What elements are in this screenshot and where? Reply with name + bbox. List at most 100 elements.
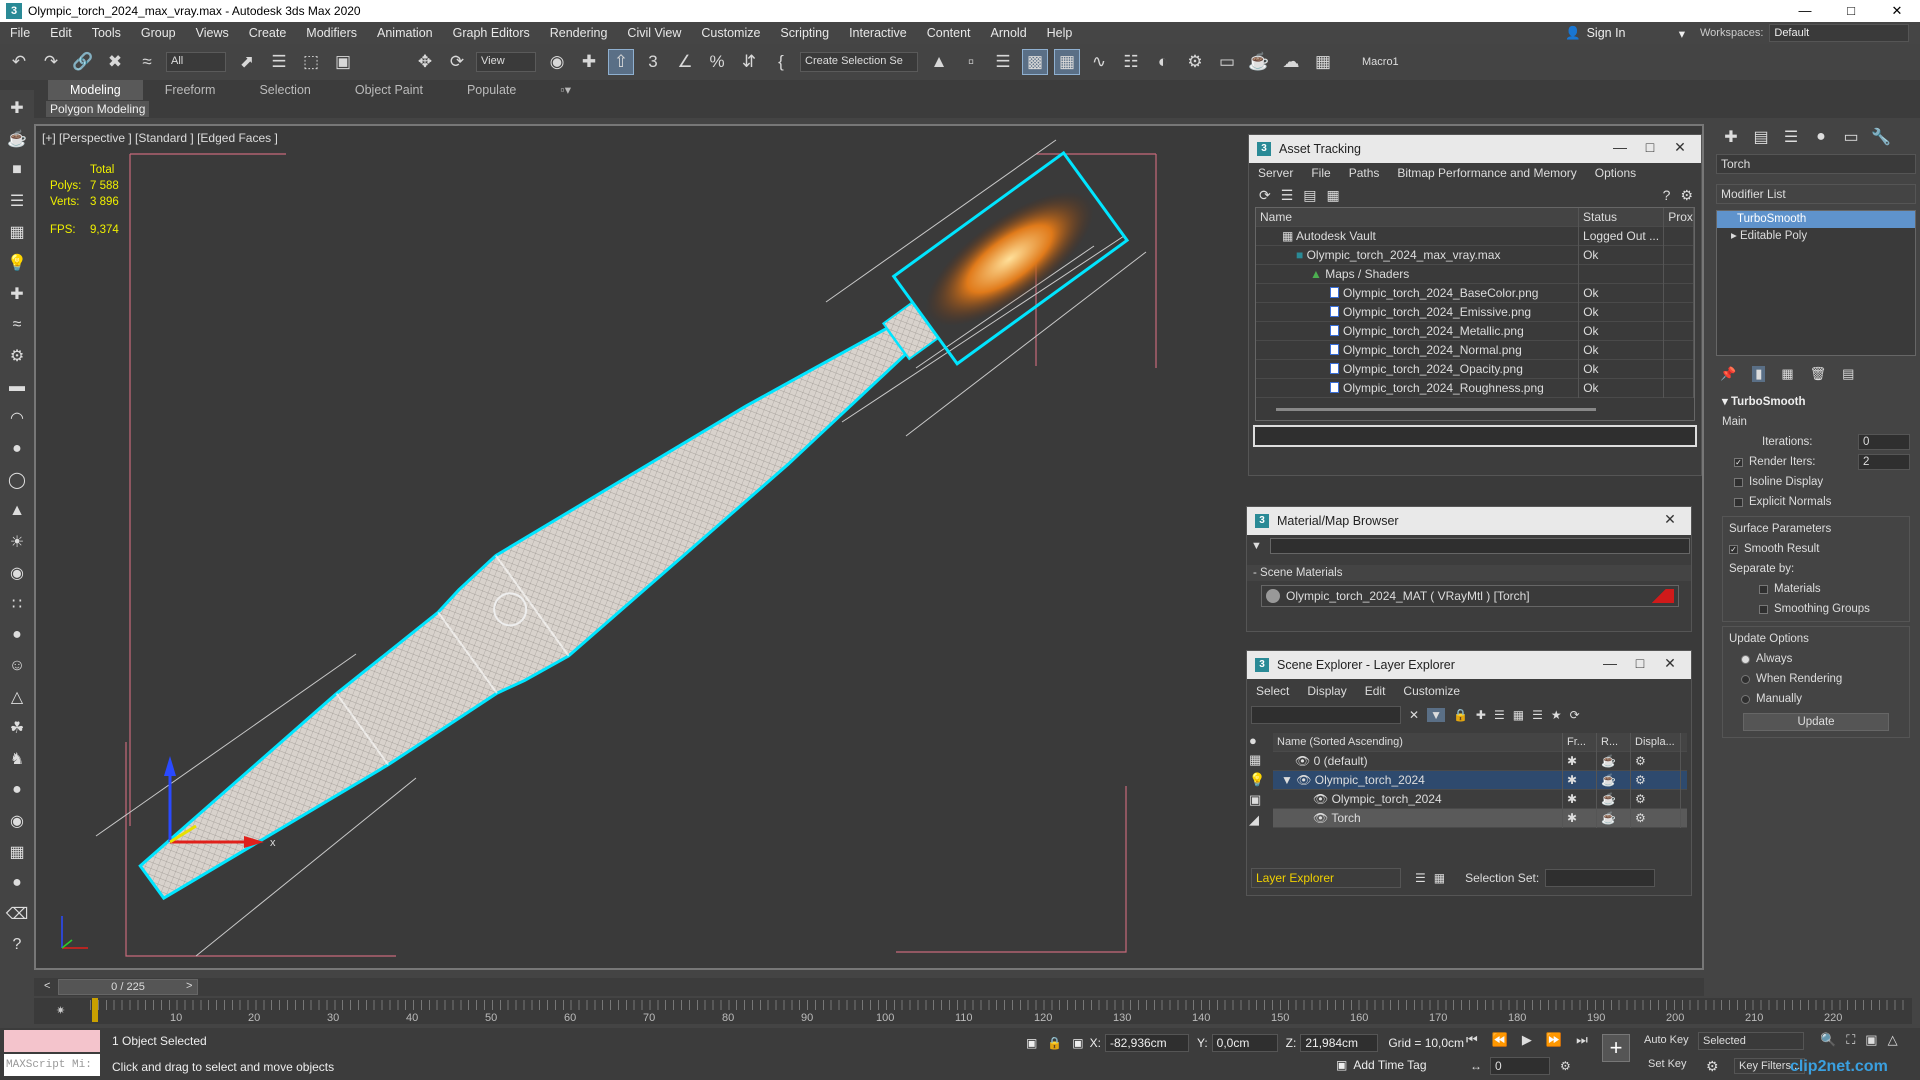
when-rendering-radio[interactable] [1741, 674, 1750, 684]
layer-display-icon[interactable]: ☰ [1532, 708, 1543, 722]
set-key-button[interactable]: + [1602, 1034, 1630, 1062]
explicit-normals-checkbox[interactable] [1734, 497, 1743, 507]
rendered-frame-window-icon[interactable]: ▭ [1214, 49, 1240, 75]
display-lights-icon[interactable]: 💡 [1249, 772, 1271, 788]
configure-sets-icon[interactable]: ▤ [1842, 366, 1854, 382]
modifier-list-dropdown[interactable]: Modifier List [1716, 184, 1916, 204]
plane-icon[interactable]: ▬ [4, 374, 30, 400]
column-display[interactable]: Displa... [1631, 732, 1681, 752]
isolate-selection-icon[interactable]: ▣ [1026, 1036, 1037, 1050]
eye-icon[interactable]: 👁 [1313, 811, 1331, 825]
material-item[interactable]: Olympic_torch_2024_MAT ( VRayMtl ) [Torc… [1261, 585, 1679, 607]
rect-selection-icon[interactable]: ⬚ [298, 49, 324, 75]
table-row[interactable]: ■ Olympic_torch_2024_max_vray.max Ok [1256, 245, 1694, 265]
column-name-sorted[interactable]: Name (Sorted Ascending) [1273, 732, 1563, 752]
zoom-extents-icon[interactable]: ▣ [1865, 1032, 1877, 1048]
isoline-checkbox[interactable] [1734, 477, 1743, 487]
smoothing-groups-checkbox[interactable] [1759, 604, 1768, 614]
prev-frame-icon[interactable]: < [44, 980, 50, 992]
dynamics-icon[interactable]: ● [4, 622, 30, 648]
angle-snap-icon[interactable]: ∠ [672, 49, 698, 75]
bind-space-warp-icon[interactable]: ≈ [134, 49, 160, 75]
remove-modifier-icon[interactable]: 🗑 [1810, 366, 1827, 382]
explorer-search-input[interactable] [1251, 706, 1401, 724]
menu-scripting[interactable]: Scripting [770, 26, 839, 40]
close-icon[interactable]: ✕ [1665, 139, 1695, 156]
horse-icon[interactable]: ♞ [4, 746, 30, 772]
menu-views[interactable]: Views [186, 26, 239, 40]
time-config-icon[interactable]: ⚙ [1560, 1059, 1571, 1073]
column-name[interactable]: Name [1256, 207, 1579, 227]
x-coordinate[interactable]: -82,936cm [1104, 1034, 1189, 1052]
display-tab-icon[interactable]: ▭ [1836, 127, 1866, 147]
maxscript-listener[interactable]: MAXScript Mi: [4, 1030, 100, 1076]
teapot-icon[interactable]: ☕ [4, 126, 30, 152]
biped-icon[interactable]: ☺ [4, 653, 30, 679]
close-icon[interactable]: ✕ [1655, 511, 1685, 528]
geosphere-icon[interactable]: ◉ [4, 560, 30, 586]
light-icon[interactable]: 💡 [4, 250, 30, 276]
asset-menu-options[interactable]: Options [1586, 166, 1645, 180]
sync-icon[interactable]: ⟳ [1570, 708, 1580, 722]
table-row[interactable]: Olympic_torch_2024_Opacity.png Ok [1256, 359, 1694, 379]
previous-frame-icon[interactable]: ⏪ [1492, 1032, 1508, 1048]
link-icon[interactable]: 🔗 [70, 49, 96, 75]
table-row[interactable]: Olympic_torch_2024_Normal.png Ok [1256, 340, 1694, 360]
path-input[interactable] [1253, 425, 1697, 447]
snaps-toggle-icon[interactable]: 3 [640, 49, 666, 75]
object-name-field[interactable]: Torch [1716, 154, 1916, 174]
z-coordinate[interactable]: 21,984cm [1300, 1034, 1379, 1052]
toggle-scene-explorer-icon[interactable]: ☰ [990, 49, 1016, 75]
menu-help[interactable]: Help [1037, 26, 1083, 40]
hierarchy-tab-icon[interactable]: ☰ [1776, 127, 1806, 147]
close-icon[interactable]: ✕ [1655, 655, 1685, 672]
highlight-icon[interactable]: ★ [1551, 708, 1562, 722]
maximize-button[interactable]: □ [1828, 0, 1874, 22]
current-frame-field[interactable]: 0 [1490, 1057, 1550, 1075]
table-view-icon[interactable]: ▦ [1327, 187, 1340, 204]
new-layer-icon[interactable]: ✚ [1476, 708, 1486, 722]
explorer-menu-edit[interactable]: Edit [1356, 684, 1395, 698]
layers-stack-icon[interactable]: ☰ [1494, 708, 1505, 722]
time-slider[interactable]: 0 / 225 [58, 979, 198, 995]
horizontal-scrollbar[interactable] [1256, 398, 1694, 420]
maximize-icon[interactable]: □ [1635, 139, 1665, 156]
hair-icon[interactable]: ☘ [4, 715, 30, 741]
globe-icon[interactable]: ● [4, 777, 30, 803]
systems-icon[interactable]: ⚙ [4, 343, 30, 369]
next-frame-icon[interactable]: > [186, 980, 192, 992]
trash-icon[interactable]: ⌫ [4, 901, 30, 927]
field-of-view-icon[interactable]: △ [1888, 1032, 1898, 1048]
show-end-result-icon[interactable]: ▮ [1752, 366, 1766, 382]
column-status[interactable]: Status [1579, 207, 1665, 227]
create-tab-icon[interactable]: ✚ [1716, 127, 1746, 147]
material-search-input[interactable] [1269, 538, 1690, 554]
menu-animation[interactable]: Animation [367, 26, 443, 40]
selection-lock-icon[interactable]: 🔒 [1047, 1036, 1062, 1050]
materials-checkbox[interactable] [1759, 584, 1768, 594]
tab-selection[interactable]: Selection [237, 80, 332, 100]
menu-group[interactable]: Group [131, 26, 186, 40]
menu-file[interactable]: File [0, 26, 40, 40]
select-move-icon[interactable]: ✥ [412, 49, 438, 75]
render-iters-checkbox[interactable]: ✓ [1734, 457, 1743, 467]
menu-modifiers[interactable]: Modifiers [296, 26, 367, 40]
menu-content[interactable]: Content [917, 26, 981, 40]
percent-snap-icon[interactable]: % [704, 49, 730, 75]
play-icon[interactable]: ▶ [1522, 1032, 1532, 1048]
spinner-snap-icon[interactable]: ⇵ [736, 49, 762, 75]
table-row[interactable]: Olympic_torch_2024_Metallic.png Ok [1256, 321, 1694, 341]
select-object-icon[interactable]: ⬈ [234, 49, 260, 75]
layer-row[interactable]: ▼ 👁 Olympic_torch_2024 ✱ ☕ ⚙ [1273, 770, 1687, 790]
display-helpers-icon[interactable]: ◢ [1249, 812, 1271, 828]
key-selection-dropdown[interactable]: Selected [1698, 1032, 1804, 1050]
grid-icon[interactable]: ▦ [4, 219, 30, 245]
toggle-layer-explorer-icon[interactable]: ▩ [1022, 49, 1048, 75]
select-by-name-icon[interactable]: ☰ [266, 49, 292, 75]
pivot-center-icon[interactable]: ◉ [544, 49, 570, 75]
eye-icon[interactable]: 👁 [1313, 792, 1332, 806]
tab-object-paint[interactable]: Object Paint [333, 80, 445, 100]
explorer-menu-display[interactable]: Display [1298, 684, 1355, 698]
object-row-selected[interactable]: 👁 Torch ✱ ☕ ⚙ [1273, 808, 1687, 828]
create-icon[interactable]: ✚ [4, 95, 30, 121]
